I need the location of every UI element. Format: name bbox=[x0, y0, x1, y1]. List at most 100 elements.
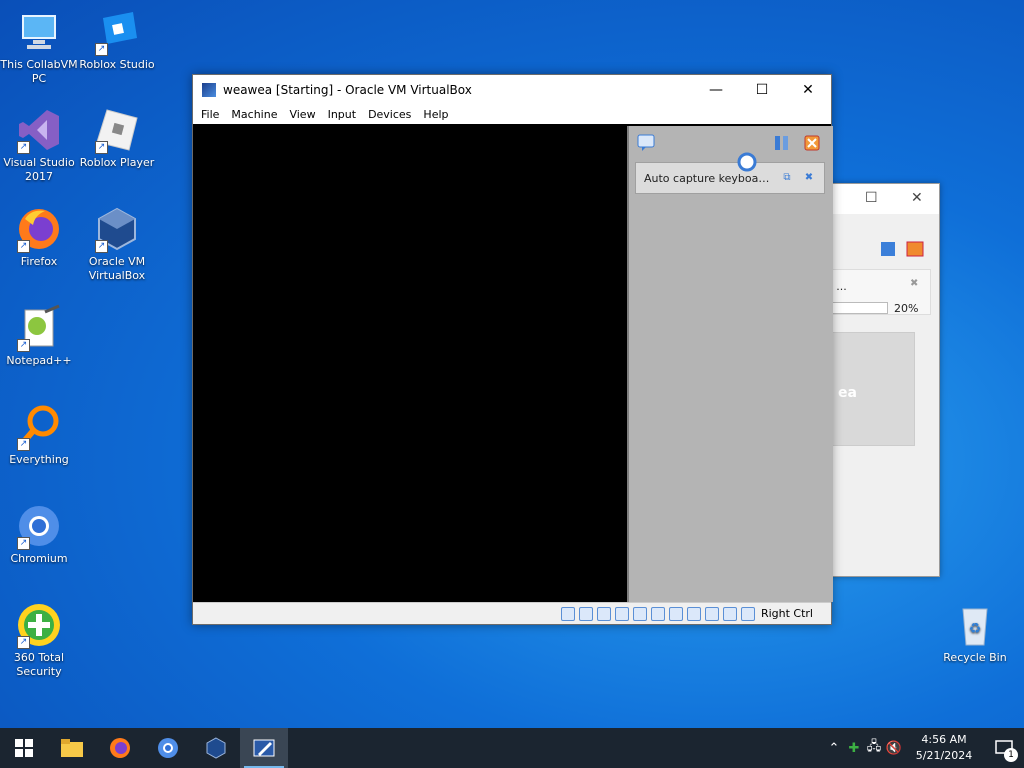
chromium-icon: ↗ bbox=[15, 502, 63, 550]
notification-text: Auto capture keyboard ... bbox=[644, 171, 772, 185]
minimize-icon: — bbox=[709, 81, 723, 98]
vm-window[interactable]: weawea [Starting] - Oracle VM VirtualBox… bbox=[192, 74, 833, 625]
minimize-button[interactable]: — bbox=[693, 75, 739, 104]
taskbar-file-explorer[interactable] bbox=[48, 728, 96, 768]
menu-view[interactable]: View bbox=[283, 108, 321, 121]
desktop-icon-notepadpp[interactable]: ↗ Notepad++ bbox=[0, 304, 78, 368]
clear-all-icon[interactable] bbox=[803, 134, 821, 152]
manager-toolbar bbox=[877, 239, 931, 262]
menubar: File Machine View Input Devices Help bbox=[193, 104, 831, 124]
desktop-icon-virtualbox[interactable]: ↗ Oracle VM VirtualBox bbox=[78, 205, 156, 283]
desktop-icon-recycle-bin[interactable]: ♻ Recycle Bin bbox=[936, 601, 1014, 665]
shared-folders-icon[interactable] bbox=[650, 606, 665, 621]
desktop-icon-label: Notepad++ bbox=[6, 354, 72, 367]
manager-titlebar[interactable]: ☐ ✕ bbox=[821, 184, 939, 214]
recording-icon[interactable] bbox=[686, 606, 701, 621]
desktop-icon-roblox-studio[interactable]: ↗ Roblox Studio bbox=[78, 8, 156, 72]
desktop-icon-360-security[interactable]: ↗ 360 Total Security bbox=[0, 601, 78, 679]
notification-center-pane: Auto capture keyboard ... ⧉ ✖ bbox=[627, 126, 833, 602]
optical-drive-icon[interactable] bbox=[578, 606, 593, 621]
volume-muted-icon[interactable]: 🔇 bbox=[884, 741, 904, 756]
virtualbox-icon bbox=[206, 737, 226, 759]
maximize-icon[interactable]: ☐ bbox=[865, 190, 878, 206]
desktop-icon-label: Oracle VM VirtualBox bbox=[88, 255, 146, 282]
system-tray: ⌃ ✚ 🖧 🔇 4:56 AM 5/21/2024 1 bbox=[824, 728, 1024, 768]
mouse-integration-icon[interactable] bbox=[722, 606, 737, 621]
start-button[interactable] bbox=[0, 728, 48, 768]
pin-icon[interactable]: ⧉ bbox=[780, 171, 794, 185]
menu-help[interactable]: Help bbox=[417, 108, 454, 121]
windows-icon bbox=[15, 739, 33, 757]
usb-icon[interactable] bbox=[632, 606, 647, 621]
taskbar-chromium[interactable] bbox=[144, 728, 192, 768]
maximize-icon: ☐ bbox=[755, 81, 769, 98]
desktop-icon-label: Firefox bbox=[20, 255, 58, 268]
desktop-icon-label: Visual Studio 2017 bbox=[3, 156, 75, 183]
firefox-icon: ↗ bbox=[15, 205, 63, 253]
computer-icon bbox=[15, 8, 63, 56]
taskbar-firefox[interactable] bbox=[96, 728, 144, 768]
action-center-button[interactable]: 1 bbox=[984, 728, 1024, 768]
chromium-icon bbox=[158, 738, 178, 758]
notepadpp-icon: ↗ bbox=[15, 304, 63, 352]
progress-spinner-icon bbox=[737, 152, 757, 172]
notification-badge: 1 bbox=[1004, 748, 1018, 762]
display-icon[interactable] bbox=[668, 606, 683, 621]
maximize-button[interactable]: ☐ bbox=[739, 75, 785, 104]
desktop-icon-roblox-player[interactable]: ↗ Roblox Player bbox=[78, 106, 156, 170]
magnifier-icon: ↗ bbox=[15, 403, 63, 451]
close-icon: ✕ bbox=[802, 81, 814, 98]
desktop-icon-label: This CollabVM PC bbox=[0, 58, 78, 85]
desktop-icon-firefox[interactable]: ↗ Firefox bbox=[0, 205, 78, 269]
firefox-icon bbox=[110, 738, 130, 758]
close-icon[interactable]: ✖ bbox=[910, 278, 918, 289]
close-icon[interactable]: ✖ bbox=[802, 171, 816, 185]
close-button[interactable]: ✕ bbox=[785, 75, 831, 104]
taskbar-vm-window[interactable] bbox=[240, 728, 288, 768]
desktop-icon-this-pc[interactable]: This CollabVM PC bbox=[0, 8, 78, 86]
roblox-player-icon: ↗ bbox=[93, 106, 141, 154]
virtualbox-manager-window[interactable]: ☐ ✕ o ... ✖ 20% ea bbox=[820, 183, 940, 577]
vm-titlebar[interactable]: weawea [Starting] - Oracle VM VirtualBox… bbox=[193, 75, 831, 104]
desktop-icon-chromium[interactable]: ↗ Chromium bbox=[0, 502, 78, 566]
cpu-icon[interactable] bbox=[704, 606, 719, 621]
keyboard-capture-icon[interactable] bbox=[740, 606, 755, 621]
hard-disk-icon[interactable] bbox=[560, 606, 575, 621]
svg-text:♻: ♻ bbox=[969, 621, 982, 637]
taskbar-virtualbox-manager[interactable] bbox=[192, 728, 240, 768]
clock-time: 4:56 AM bbox=[921, 733, 967, 746]
menu-input[interactable]: Input bbox=[322, 108, 362, 121]
sort-icon[interactable] bbox=[773, 134, 791, 152]
virtualbox-icon: ↗ bbox=[93, 205, 141, 253]
chevron-up-icon[interactable]: ⌃ bbox=[824, 741, 844, 756]
progress-percent: 20% bbox=[894, 302, 919, 315]
window-title: weawea [Starting] - Oracle VM VirtualBox bbox=[223, 82, 472, 97]
security-tray-icon[interactable]: ✚ bbox=[844, 741, 864, 756]
vm-display[interactable]: Auto capture keyboard ... ⧉ ✖ bbox=[193, 124, 833, 604]
desktop-icon-visual-studio[interactable]: ↗ Visual Studio 2017 bbox=[0, 106, 78, 184]
progress-card: o ... ✖ 20% bbox=[821, 269, 931, 315]
network-icon[interactable] bbox=[614, 606, 629, 621]
menu-machine[interactable]: Machine bbox=[225, 108, 283, 121]
menu-devices[interactable]: Devices bbox=[362, 108, 417, 121]
desktop-icon-label: Roblox Player bbox=[79, 156, 155, 169]
security-icon: ↗ bbox=[15, 601, 63, 649]
network-icon[interactable]: 🖧 bbox=[864, 737, 884, 759]
clock-date: 5/21/2024 bbox=[915, 749, 973, 762]
preview-label: ea bbox=[838, 385, 857, 401]
vm-preview: ea bbox=[831, 332, 915, 446]
virtualbox-app-icon bbox=[201, 81, 217, 98]
folder-icon bbox=[61, 739, 83, 757]
speech-bubble-icon[interactable] bbox=[637, 134, 655, 152]
audio-icon[interactable] bbox=[596, 606, 611, 621]
clock[interactable]: 4:56 AM 5/21/2024 bbox=[904, 732, 984, 764]
vm-session-icon bbox=[253, 739, 275, 757]
statusbar: Right Ctrl bbox=[193, 602, 831, 624]
desktop-icon-everything[interactable]: ↗ Everything bbox=[0, 403, 78, 467]
host-key-label: Right Ctrl bbox=[760, 607, 813, 620]
roblox-studio-icon: ↗ bbox=[93, 8, 141, 56]
desktop-icon-label: Everything bbox=[9, 453, 69, 466]
close-icon[interactable]: ✕ bbox=[911, 190, 923, 206]
menu-file[interactable]: File bbox=[195, 108, 225, 121]
notification-card[interactable]: Auto capture keyboard ... ⧉ ✖ bbox=[635, 162, 825, 194]
